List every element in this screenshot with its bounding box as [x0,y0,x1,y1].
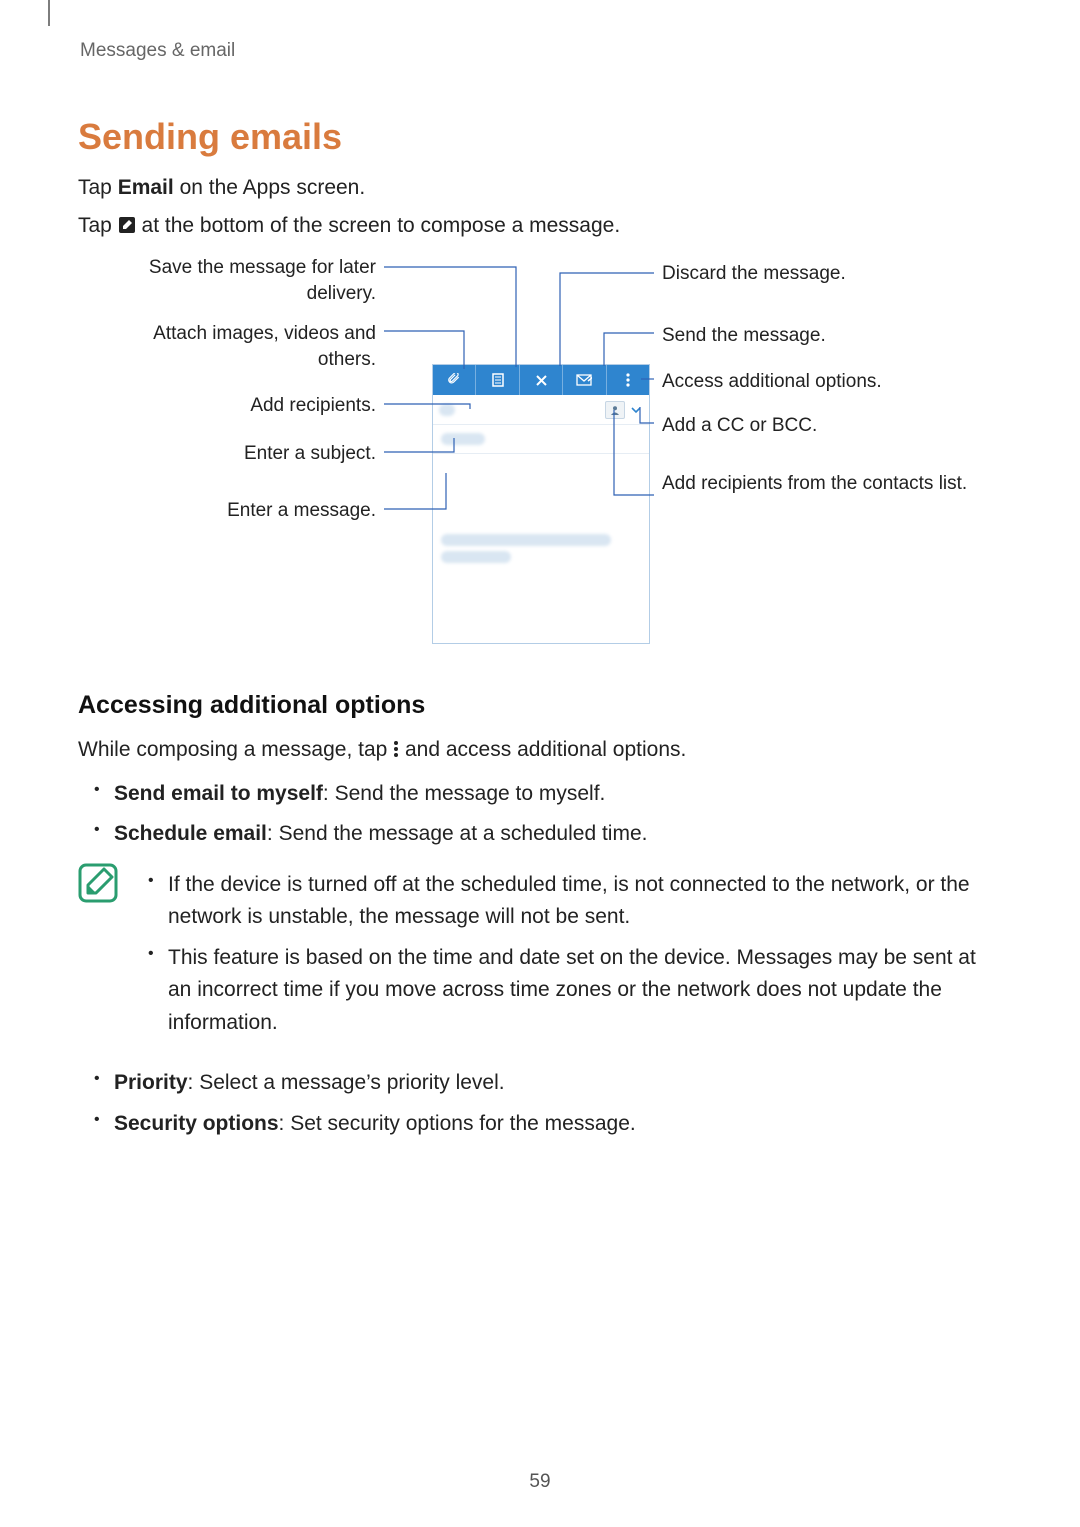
option-desc: : Send the message to myself. [323,782,605,805]
compose-toolbar [433,365,649,395]
note-list: If the device is turned off at the sched… [132,861,1002,1048]
callout-discard: Discard the message. [662,261,982,287]
callout-options: Access additional options. [662,369,982,395]
option-priority: Priority: Select a message’s priority le… [114,1067,1002,1100]
attach-button[interactable] [433,365,475,395]
callout-subject: Enter a subject. [116,441,376,467]
callout-save: Save the message for later delivery. [116,255,376,306]
option-send-to-self: Send email to myself: Send the message t… [114,778,1002,811]
compose-icon [118,212,136,244]
callout-attach: Attach images, videos and others. [116,321,376,372]
note-item: This feature is based on the time and da… [168,942,1002,1040]
section-heading: Sending emails [78,116,1002,158]
text-fragment: at the bottom of the screen to compose a… [142,214,621,237]
options-list-2: Priority: Select a message’s priority le… [78,1067,1002,1140]
callout-ccbcc: Add a CC or BCC. [662,413,982,439]
contact-icon [610,405,620,415]
option-name: Send email to myself [114,782,323,805]
option-name: Security options [114,1112,279,1135]
text-fragment: Tap [78,214,118,237]
more-options-button[interactable] [606,365,649,395]
options-list-1: Send email to myself: Send the message t… [78,778,1002,851]
option-name: Schedule email [114,822,267,845]
callout-message: Enter a message. [116,498,376,524]
option-desc: : Select a message’s priority level. [188,1071,505,1094]
discard-button[interactable] [519,365,562,395]
subsection-intro: While composing a message, tap and acces… [78,734,1002,768]
recipients-row[interactable] [433,395,649,425]
chevron-down-icon [631,405,641,415]
option-name: Priority [114,1071,188,1094]
more-vert-icon [393,736,399,768]
manual-page: Messages & email Sending emails Tap Emai… [0,0,1080,1527]
to-label-blurred [439,404,455,416]
ccbcc-toggle[interactable] [629,405,643,415]
option-schedule-email: Schedule email: Send the message at a sc… [114,818,1002,851]
text-fragment: and access additional options. [405,738,686,761]
callout-recipients: Add recipients. [116,393,376,419]
text-fragment: on the Apps screen. [174,176,365,199]
subject-row[interactable] [433,425,649,454]
compose-diagram: Save the message for later delivery. Att… [78,255,1002,655]
callout-send: Send the message. [662,323,982,349]
close-icon [535,374,548,387]
paperclip-icon [447,373,461,387]
callout-contacts: Add recipients from the contacts list. [662,471,982,497]
contacts-button[interactable] [605,401,625,419]
breadcrumb: Messages & email [80,40,1002,62]
option-security: Security options: Set security options f… [114,1108,1002,1141]
page-number: 59 [0,1471,1080,1493]
intro-line-2: Tap at the bottom of the screen to compo… [78,210,1002,244]
phone-mock [432,364,650,644]
intro-line-1: Tap Email on the Apps screen. [78,172,1002,204]
save-draft-button[interactable] [475,365,518,395]
send-mail-icon [576,374,592,386]
email-app-name: Email [118,176,174,199]
more-vert-icon [626,373,630,387]
text-fragment: Tap [78,176,118,199]
subsection-heading: Accessing additional options [78,691,1002,720]
send-button[interactable] [562,365,605,395]
header-rule [48,0,50,26]
subject-label-blurred [441,433,485,445]
note-item: If the device is turned off at the sched… [168,869,1002,934]
message-body[interactable] [433,454,649,534]
note-icon [78,863,124,908]
option-desc: : Send the message at a scheduled time. [267,822,648,845]
signature-area [433,534,649,571]
text-fragment: While composing a message, tap [78,738,393,761]
save-icon [492,373,504,387]
note-block: If the device is turned off at the sched… [78,861,1002,1058]
option-desc: : Set security options for the message. [279,1112,636,1135]
